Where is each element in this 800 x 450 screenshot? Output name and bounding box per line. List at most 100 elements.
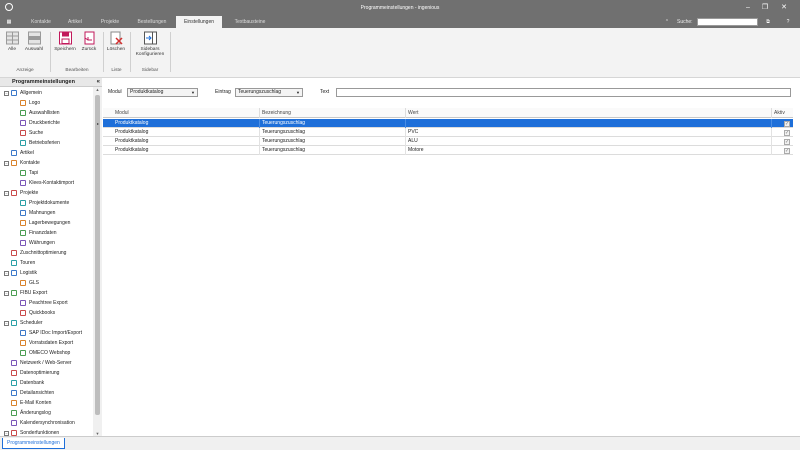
aktiv-checkbox[interactable]: ✓ bbox=[784, 138, 790, 145]
column-header-aktiv[interactable]: Aktiv bbox=[771, 108, 793, 118]
sidebar-item[interactable]: Zuschnittoptimierung bbox=[0, 248, 93, 258]
column-header-bezeichnung[interactable]: Bezeichnung bbox=[259, 108, 405, 118]
network-icon bbox=[11, 360, 17, 366]
table-row[interactable]: Produktkatalog Teuerungszuschlag ALU ✓ bbox=[103, 137, 793, 146]
scrollbar-thumb[interactable] bbox=[95, 95, 100, 415]
collapse-node-icon[interactable]: − bbox=[4, 430, 9, 436]
sidebar-item-label: SAP IDoc Import/Export bbox=[29, 330, 82, 336]
tab-einstellungen[interactable]: Einstellungen bbox=[176, 16, 222, 28]
ribbon-separator bbox=[50, 32, 51, 72]
sidebar-item[interactable]: GLS bbox=[0, 278, 93, 288]
tab-artikel[interactable]: Artikel bbox=[62, 16, 88, 28]
collapse-node-icon[interactable]: − bbox=[4, 190, 9, 196]
eintrag-select[interactable]: Teuerungszuschlag ▼ bbox=[235, 88, 303, 97]
sidebar-item[interactable]: Netzwerk / Web-Server bbox=[0, 358, 93, 368]
tab-kontakte[interactable]: Kontakte bbox=[26, 16, 56, 28]
collapse-node-icon[interactable]: − bbox=[4, 320, 9, 326]
table-row[interactable]: Produktkatalog Teuerungszuschlag PVC ✓ bbox=[103, 128, 793, 137]
close-icon[interactable]: ✕ bbox=[776, 2, 792, 13]
collapse-node-icon[interactable]: − bbox=[4, 160, 9, 166]
tab-textbausteine[interactable]: Textbausteine bbox=[228, 16, 272, 28]
cell-modul[interactable]: Produktkatalog bbox=[113, 146, 259, 155]
sidebar-item[interactable]: − FIBU Export bbox=[0, 288, 93, 298]
sidebar-item[interactable]: Lagerbewegungen bbox=[0, 218, 93, 228]
sidebar-item[interactable]: Druckberichte bbox=[0, 118, 93, 128]
sidebar-item[interactable]: − Kontakte bbox=[0, 158, 93, 168]
sidebar-item[interactable]: Quickbooks bbox=[0, 308, 93, 318]
tab-bestellungen[interactable]: Bestellungen bbox=[132, 16, 172, 28]
cell-modul[interactable]: Produktkatalog bbox=[113, 119, 259, 128]
status-tab-programmeinstellungen[interactable]: Programmeinstellungen bbox=[2, 438, 65, 449]
collapse-ribbon-icon[interactable]: ⌃ bbox=[662, 16, 672, 28]
delete-button[interactable]: Löschen bbox=[105, 31, 127, 52]
table-row[interactable]: ▸ Produktkatalog Teuerungszuschlag ✓ bbox=[97, 119, 793, 128]
cell-bezeichnung[interactable]: Teuerungszuschlag bbox=[259, 128, 405, 137]
table-row[interactable]: Produktkatalog Teuerungszuschlag Motore ✓ bbox=[103, 146, 793, 155]
save-button[interactable]: Speichern bbox=[53, 31, 77, 52]
sidebar-item[interactable]: − Scheduler bbox=[0, 318, 93, 328]
aktiv-checkbox[interactable]: ✓ bbox=[784, 147, 790, 154]
sidebar-item[interactable]: E-Mail Konten bbox=[0, 398, 93, 408]
phone-icon bbox=[20, 170, 26, 176]
all-button[interactable]: Alle bbox=[3, 31, 21, 52]
column-header-modul[interactable]: Modul bbox=[113, 108, 259, 118]
undo-button[interactable]: Zurück bbox=[78, 31, 100, 52]
sidebar-item[interactable]: Projektdokumente bbox=[0, 198, 93, 208]
sidebar-item[interactable]: − Sonderfunktionen bbox=[0, 428, 93, 436]
minimize-icon[interactable]: – bbox=[740, 2, 756, 13]
sidebar-item[interactable]: − Allgemein bbox=[0, 88, 93, 98]
sidebar-item[interactable]: Auswahllisten bbox=[0, 108, 93, 118]
sidebar-item[interactable]: SAP IDoc Import/Export bbox=[0, 328, 93, 338]
sidebar-item[interactable]: Tapi bbox=[0, 168, 93, 178]
sidebar-item[interactable]: Touren bbox=[0, 258, 93, 268]
sidebar-item[interactable]: Datenbank bbox=[0, 378, 93, 388]
sidebar-config-button[interactable]: Sidebars Konfigurieren bbox=[133, 31, 167, 57]
package-icon bbox=[20, 280, 26, 286]
sidebar-item[interactable]: Datenoptimierung bbox=[0, 368, 93, 378]
collapse-node-icon[interactable]: − bbox=[4, 290, 9, 296]
collapse-sidebar-icon[interactable]: « bbox=[97, 78, 100, 87]
collapse-node-icon[interactable]: − bbox=[4, 90, 9, 96]
sidebar-item[interactable]: Betriebsferien bbox=[0, 138, 93, 148]
contacts-icon bbox=[11, 160, 17, 166]
cell-modul[interactable]: Produktkatalog bbox=[113, 137, 259, 146]
help-icon[interactable]: ? bbox=[782, 16, 794, 28]
cell-wert[interactable]: ALU bbox=[405, 137, 771, 146]
sidebar-item[interactable]: Mahnungen bbox=[0, 208, 93, 218]
sidebar-item[interactable]: − Logistik bbox=[0, 268, 93, 278]
cell-bezeichnung[interactable]: Teuerungszuschlag bbox=[259, 119, 405, 128]
sidebar-item[interactable]: Peachtree Export bbox=[0, 298, 93, 308]
cell-wert[interactable]: Motore bbox=[405, 146, 771, 155]
sidebar-item[interactable]: − Projekte bbox=[0, 188, 93, 198]
cell-wert[interactable]: PVC bbox=[405, 128, 771, 137]
sidebar-item[interactable]: Logo bbox=[0, 98, 93, 108]
sidebar-item[interactable]: Finanzdaten bbox=[0, 228, 93, 238]
maximize-icon[interactable]: ❐ bbox=[757, 2, 773, 13]
scroll-up-icon[interactable]: ▲ bbox=[93, 87, 102, 92]
sidebar-item[interactable]: Währungen bbox=[0, 238, 93, 248]
selection-button[interactable]: Auswahl bbox=[23, 31, 45, 52]
copy-icon[interactable]: ⧉ bbox=[762, 16, 774, 28]
cell-wert[interactable] bbox=[405, 119, 771, 128]
aktiv-checkbox[interactable]: ✓ bbox=[784, 129, 790, 136]
search-input[interactable] bbox=[697, 18, 758, 26]
sidebar-item[interactable]: OMECO Webshop bbox=[0, 348, 93, 358]
modul-select[interactable]: Produktkatalog ▼ bbox=[127, 88, 198, 97]
cell-bezeichnung[interactable]: Teuerungszuschlag bbox=[259, 146, 405, 155]
sidebar-scrollbar[interactable]: ▲ ▼ bbox=[93, 87, 102, 436]
sidebar-item[interactable]: Detailansichten bbox=[0, 388, 93, 398]
grid-menu-icon[interactable]: ▦ bbox=[2, 16, 16, 28]
cell-bezeichnung[interactable]: Teuerungszuschlag bbox=[259, 137, 405, 146]
cell-modul[interactable]: Produktkatalog bbox=[113, 128, 259, 137]
sidebar-item[interactable]: Klees-Kontaktimport bbox=[0, 178, 93, 188]
collapse-node-icon[interactable]: − bbox=[4, 270, 9, 276]
sidebar-item[interactable]: Änderungslog bbox=[0, 408, 93, 418]
tab-projekte[interactable]: Projekte bbox=[96, 16, 124, 28]
text-filter-input[interactable] bbox=[336, 88, 791, 97]
sidebar-item[interactable]: Suche bbox=[0, 128, 93, 138]
sidebar-item[interactable]: Artikel bbox=[0, 148, 93, 158]
sidebar-item[interactable]: Kalendersynchronisation bbox=[0, 418, 93, 428]
sidebar-item[interactable]: Vorratsdaten Export bbox=[0, 338, 93, 348]
column-header-wert[interactable]: Wert bbox=[405, 108, 771, 118]
aktiv-checkbox[interactable]: ✓ bbox=[784, 120, 790, 127]
